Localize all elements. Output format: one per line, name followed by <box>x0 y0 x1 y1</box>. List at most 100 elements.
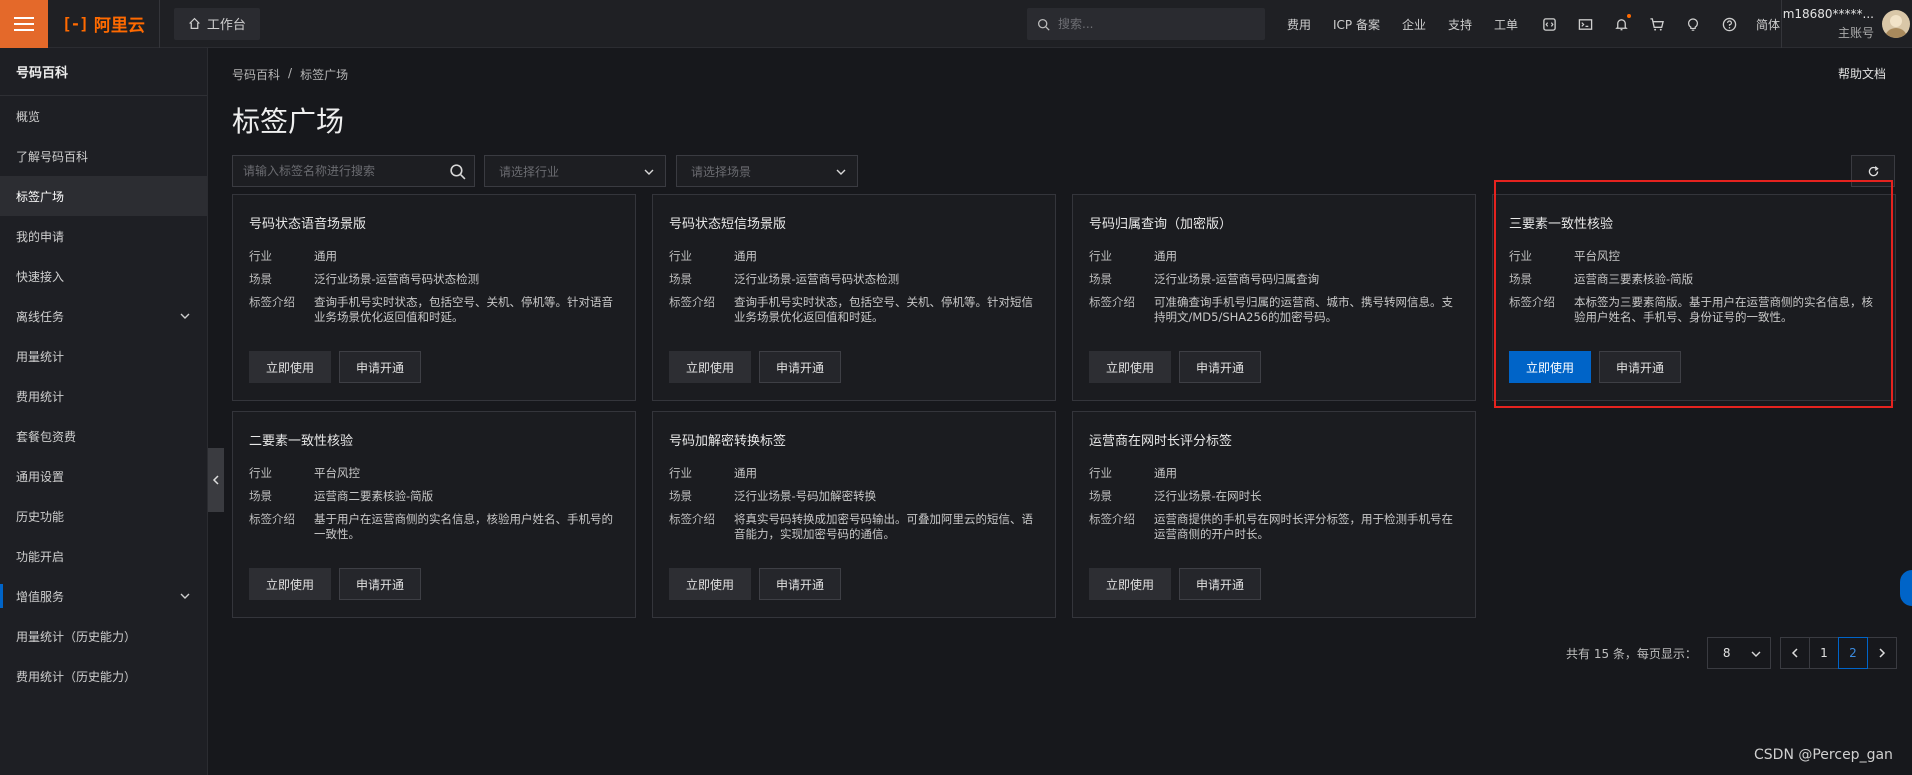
scene-select[interactable]: 请选择场景 <box>676 155 858 187</box>
nav-enterprise[interactable]: 企业 <box>1402 16 1426 33</box>
intro-value: 本标签为三要素简版。基于用户在运营商侧的实名信息，核验用户姓名、手机号、身份证号… <box>1574 295 1873 324</box>
industry-value: 通用 <box>1154 466 1177 480</box>
sidebar-item-general-settings[interactable]: 通用设置 <box>0 456 207 496</box>
sidebar-item-tag-square[interactable]: 标签广场 <box>0 176 207 216</box>
use-now-button[interactable]: 立即使用 <box>1089 351 1172 383</box>
chevron-down-icon <box>180 593 190 599</box>
sidebar-item-label: 费用统计（历史能力） <box>16 669 137 684</box>
scene-label: 场景 <box>249 489 272 503</box>
industry-label: 行业 <box>669 249 692 263</box>
next-page-button[interactable] <box>1866 637 1897 669</box>
page-title: 标签广场 <box>232 105 345 138</box>
lightbulb-icon[interactable] <box>1684 15 1702 33</box>
apply-button[interactable]: 申请开通 <box>1599 351 1682 383</box>
intro-value: 将真实号码转换成加密号码输出。可叠加阿里云的短信、语音能力，实现加密号码的通信。 <box>734 512 1033 541</box>
tag-search-input[interactable] <box>243 164 443 178</box>
sidebar-item-offline-tasks[interactable]: 离线任务 <box>0 296 207 336</box>
breadcrumb-current: 标签广场 <box>300 68 349 82</box>
help-docs-link[interactable]: 帮助文档 <box>1838 65 1886 82</box>
bell-icon[interactable] <box>1612 14 1632 33</box>
use-now-button[interactable]: 立即使用 <box>1089 568 1172 600</box>
user-menu[interactable]: m18680*****... 主账号 <box>1781 0 1912 48</box>
industry-select-placeholder: 请选择行业 <box>499 164 560 179</box>
sidebar-item-about[interactable]: 了解号码百科 <box>0 136 207 176</box>
tag-card: 运营商在网时长评分标签 行业 通用 场景 泛行业场景-在网时长 标签介绍 运营商提供的… <box>1072 411 1476 618</box>
breadcrumb: 号码百科 / 标签广场 <box>232 66 348 83</box>
chevron-down-icon <box>180 313 190 319</box>
apply-button[interactable]: 申请开通 <box>339 351 422 383</box>
card-title: 号码归属查询（加密版） <box>1089 217 1233 232</box>
nav-icp[interactable]: ICP 备案 <box>1333 16 1380 33</box>
industry-value: 平台风控 <box>314 466 360 480</box>
global-search[interactable] <box>1027 8 1265 40</box>
language-switch[interactable]: 简体 <box>1756 16 1780 33</box>
tag-search-field[interactable] <box>232 155 475 187</box>
sidebar-item-cost-history[interactable]: 费用统计（历史能力） <box>0 656 207 696</box>
sidebar-item-label: 概览 <box>16 109 41 124</box>
sidebar-item-overview[interactable]: 概览 <box>0 96 207 136</box>
industry-value: 通用 <box>734 249 757 263</box>
sidebar-item-label: 功能开启 <box>16 549 65 564</box>
page-size-select[interactable]: 8 <box>1706 637 1771 669</box>
apply-button[interactable]: 申请开通 <box>339 568 422 600</box>
brand-logo[interactable]: [-] 阿里云 <box>48 0 160 48</box>
aliyun-logo-icon: [-] <box>62 14 89 33</box>
cart-icon[interactable] <box>1648 15 1666 33</box>
sidebar-item-package-pricing[interactable]: 套餐包资费 <box>0 416 207 456</box>
nav-ticket[interactable]: 工单 <box>1494 16 1518 33</box>
industry-value: 通用 <box>1154 249 1177 263</box>
intro-value: 运营商提供的手机号在网时长评分标签，用于检测手机号在运营商侧的开户时长。 <box>1154 512 1453 541</box>
floating-assistant-button[interactable] <box>1900 570 1912 606</box>
sidebar-collapse-button[interactable] <box>208 448 224 512</box>
user-role: 主账号 <box>1837 26 1874 40</box>
prev-page-button[interactable] <box>1779 637 1810 669</box>
breadcrumb-separator: / <box>288 66 293 80</box>
sidebar-item-value-added[interactable]: 增值服务 <box>0 576 207 616</box>
page-button-current[interactable]: 2 <box>1837 637 1868 669</box>
sidebar-item-label: 我的申请 <box>16 229 65 244</box>
use-now-button[interactable]: 立即使用 <box>249 568 332 600</box>
chevron-down-icon <box>836 169 846 175</box>
industry-label: 行业 <box>669 466 692 480</box>
apply-button[interactable]: 申请开通 <box>1179 568 1262 600</box>
menu-button[interactable] <box>0 0 48 48</box>
page-size-value: 8 <box>1722 646 1731 660</box>
use-now-button[interactable]: 立即使用 <box>669 351 752 383</box>
scene-label: 场景 <box>249 272 272 286</box>
page-button[interactable]: 1 <box>1808 637 1839 669</box>
tag-card: 号码状态语音场景版 行业 通用 场景 泛行业场景-运营商号码状态检测 标签介绍 查询手… <box>232 194 636 401</box>
sidebar-item-usage-history[interactable]: 用量统计（历史能力） <box>0 616 207 656</box>
sidebar-item-cost-stats[interactable]: 费用统计 <box>0 376 207 416</box>
workbench-button[interactable]: 工作台 <box>173 7 260 40</box>
nav-billing[interactable]: 费用 <box>1287 16 1311 33</box>
use-now-button[interactable]: 立即使用 <box>1509 351 1592 383</box>
intro-label: 标签介绍 <box>669 295 715 309</box>
sidebar-item-legacy-features[interactable]: 历史功能 <box>0 496 207 536</box>
breadcrumb-root[interactable]: 号码百科 <box>232 66 280 83</box>
sidebar-item-quick-access[interactable]: 快速接入 <box>0 256 207 296</box>
terminal-icon[interactable] <box>1576 15 1594 33</box>
industry-select[interactable]: 请选择行业 <box>484 155 666 187</box>
card-title: 号码状态短信场景版 <box>669 217 787 232</box>
chevron-down-icon <box>644 169 654 175</box>
sidebar-item-label: 历史功能 <box>16 509 65 524</box>
code-icon[interactable] <box>1540 15 1558 33</box>
help-icon[interactable] <box>1720 15 1738 33</box>
refresh-button[interactable] <box>1851 155 1895 187</box>
sidebar-item-feature-enable[interactable]: 功能开启 <box>0 536 207 576</box>
sidebar-item-my-applications[interactable]: 我的申请 <box>0 216 207 256</box>
sidebar-item-label: 套餐包资费 <box>16 429 77 444</box>
apply-button[interactable]: 申请开通 <box>759 568 842 600</box>
use-now-button[interactable]: 立即使用 <box>669 568 752 600</box>
global-search-input[interactable] <box>1058 17 1248 31</box>
industry-label: 行业 <box>1509 249 1532 263</box>
sidebar-item-usage-stats[interactable]: 用量统计 <box>0 336 207 376</box>
apply-button[interactable]: 申请开通 <box>759 351 842 383</box>
sidebar-item-label: 离线任务 <box>16 309 65 324</box>
use-now-button[interactable]: 立即使用 <box>249 351 332 383</box>
hamburger-icon <box>14 16 34 31</box>
avatar[interactable] <box>1882 10 1910 38</box>
search-icon[interactable] <box>449 163 466 180</box>
apply-button[interactable]: 申请开通 <box>1179 351 1262 383</box>
nav-support[interactable]: 支持 <box>1448 16 1472 33</box>
